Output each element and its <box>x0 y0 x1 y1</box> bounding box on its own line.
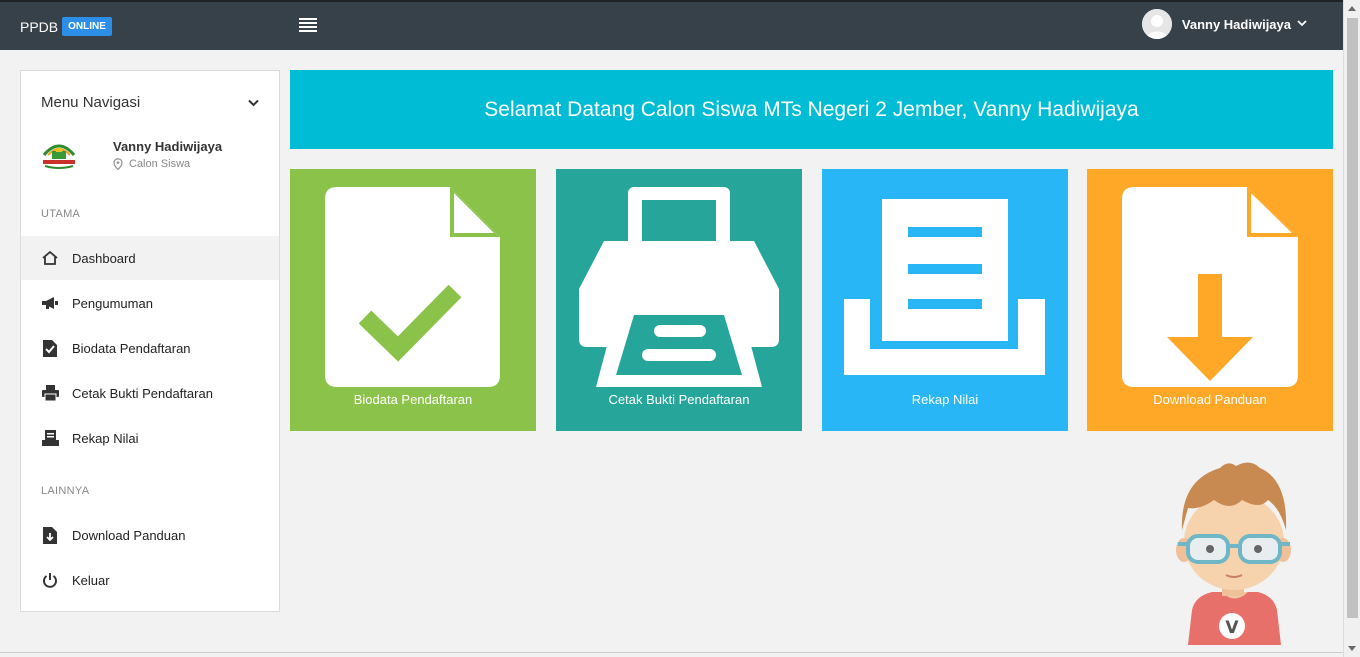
page-bottom-border <box>0 652 1343 653</box>
sidebar-item-label: Rekap Nilai <box>72 430 139 446</box>
vertical-scrollbar[interactable] <box>1343 0 1360 657</box>
tile-cetak-bukti-pendaftaran[interactable]: Cetak Bukti Pendaftaran <box>556 169 802 431</box>
sidebar-item-label: Pengumuman <box>72 295 153 311</box>
sidebar-title: Menu Navigasi <box>41 94 141 111</box>
hamburger-menu-icon[interactable] <box>299 18 317 34</box>
sidebar-item-label: Dashboard <box>72 250 136 266</box>
scroll-thumb[interactable] <box>1347 18 1358 618</box>
sidebar-item-rekap-nilai[interactable]: Rekap Nilai <box>21 416 279 460</box>
mascot-illustration: V <box>1176 462 1291 645</box>
sidebar-item-label: Cetak Bukti Pendaftaran <box>72 385 213 401</box>
scroll-up-icon[interactable] <box>1348 6 1356 11</box>
sidebar-profile: Vanny Hadiwijaya Calon Siswa <box>41 139 222 170</box>
sidebar-item-cetak-bukti[interactable]: Cetak Bukti Pendaftaran <box>21 371 279 415</box>
brand-badge: ONLINE <box>62 17 112 36</box>
avatar <box>1141 9 1172 39</box>
home-icon <box>41 249 59 267</box>
tile-label: Biodata Pendaftaran <box>353 392 473 407</box>
brand-logo[interactable]: PPDB ONLINE <box>20 17 112 36</box>
svg-text:V: V <box>1225 618 1239 638</box>
scroll-down-icon[interactable] <box>1348 646 1356 651</box>
tile-download-panduan[interactable]: Download Panduan <box>1087 169 1333 431</box>
section-label-utama: UTAMA <box>41 208 81 220</box>
sidebar-item-biodata[interactable]: Biodata Pendaftaran <box>21 326 279 370</box>
sidebar: Menu Navigasi Vanny Hadiwijaya Calon Sis… <box>20 70 280 612</box>
map-pin-icon <box>113 158 123 170</box>
brand-text: PPDB <box>20 18 59 35</box>
tile-biodata-pendaftaran[interactable]: Biodata Pendaftaran <box>290 169 536 431</box>
sidebar-item-dashboard[interactable]: Dashboard <box>21 236 279 280</box>
sidebar-item-label: Download Panduan <box>72 527 186 543</box>
user-name: Vanny Hadiwijaya <box>1181 16 1291 32</box>
sidebar-item-download-panduan[interactable]: Download Panduan <box>21 513 279 557</box>
tile-label: Download Panduan <box>1153 392 1267 407</box>
top-navbar: PPDB ONLINE Vanny Hadiwijaya <box>0 0 1343 50</box>
section-label-lainnya: LAINNYA <box>41 485 90 497</box>
printer-icon <box>41 384 59 402</box>
sidebar-item-pengumuman[interactable]: Pengumuman <box>21 281 279 325</box>
tray-list-icon <box>41 429 59 447</box>
megaphone-icon <box>41 294 59 312</box>
chevron-down-icon[interactable] <box>248 95 259 110</box>
tile-rekap-nilai[interactable]: Rekap Nilai <box>822 169 1068 431</box>
user-menu-dropdown[interactable]: Vanny Hadiwijaya <box>1141 9 1307 39</box>
file-check-icon <box>41 339 59 357</box>
file-download-icon <box>41 526 59 544</box>
sidebar-item-label: Keluar <box>72 572 110 588</box>
sidebar-item-keluar[interactable]: Keluar <box>21 558 279 602</box>
profile-role-label: Calon Siswa <box>129 158 191 170</box>
power-icon <box>41 571 59 589</box>
welcome-banner: Selamat Datang Calon Siswa MTs Negeri 2 … <box>290 70 1333 149</box>
school-logo <box>41 139 77 169</box>
profile-name: Vanny Hadiwijaya <box>113 139 223 154</box>
chevron-down-icon <box>1297 18 1307 30</box>
sidebar-item-label: Biodata Pendaftaran <box>72 340 191 356</box>
tile-label: Cetak Bukti Pendaftaran <box>608 392 750 407</box>
profile-role: Calon Siswa <box>113 158 222 170</box>
tile-label: Rekap Nilai <box>911 392 979 407</box>
